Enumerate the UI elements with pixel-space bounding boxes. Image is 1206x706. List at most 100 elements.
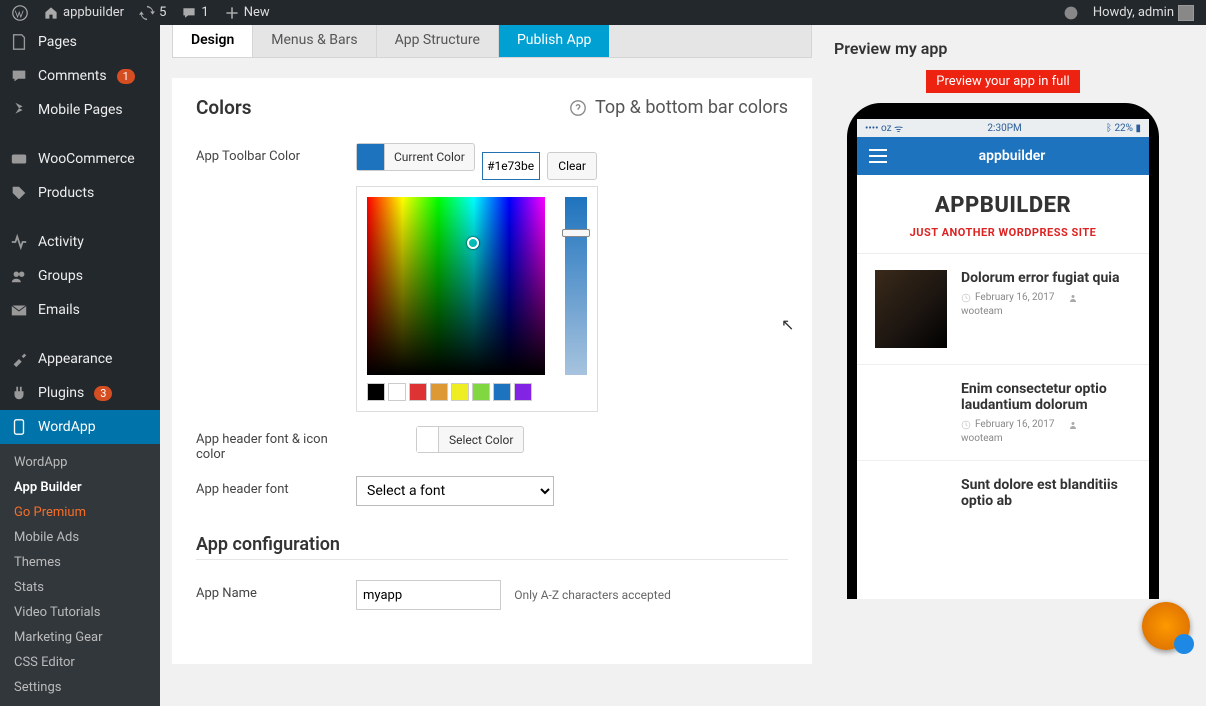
sub-mobile-ads[interactable]: Mobile Ads [0, 525, 160, 550]
clock-icon [961, 420, 971, 430]
phone-frame: •••• oz ᯤ 2:30PM ᛒ 22% ▮ appbuilder APPB… [847, 103, 1159, 599]
colors-heading: Colors [196, 96, 251, 119]
palette-swatch[interactable] [451, 383, 469, 401]
post-date: February 16, 2017 [975, 419, 1055, 430]
fab-badge [1174, 634, 1194, 654]
sidebar-item-woocommerce[interactable]: WooCommerce [0, 142, 160, 176]
palette-row [367, 383, 587, 401]
app-name-label: App Name [196, 580, 356, 610]
phone-status-bar: •••• oz ᯤ 2:30PM ᛒ 22% ▮ [857, 119, 1149, 137]
toolbar-color-label: App Toolbar Color [196, 143, 356, 412]
hue-slider[interactable] [565, 197, 587, 375]
sidebar-item-mobile-pages[interactable]: Mobile Pages [0, 93, 160, 127]
new-content[interactable]: New [220, 5, 274, 21]
list-item[interactable]: Enim consectetur optio laudantium doloru… [857, 364, 1149, 460]
current-color-button[interactable]: Current Color [356, 143, 475, 171]
status-time: 2:30PM [903, 123, 1106, 134]
tab-publish-app[interactable]: Publish App [499, 25, 609, 57]
sub-settings[interactable]: Settings [0, 675, 160, 700]
design-panel: Colors Top & bottom bar colors App Toolb… [172, 78, 812, 664]
app-name-hint: Only A-Z characters accepted [514, 588, 671, 602]
sidebar-item-comments[interactable]: Comments1 [0, 59, 160, 93]
help-icon[interactable] [569, 99, 587, 117]
site-home[interactable]: appbuilder [39, 5, 128, 21]
color-picker [356, 186, 598, 412]
divider [196, 559, 788, 560]
saturation-value-area[interactable] [367, 197, 545, 375]
hero-title: APPBUILDER [867, 193, 1139, 218]
post-thumbnail [875, 270, 947, 348]
tab-design[interactable]: Design [173, 25, 253, 57]
header-font-color-label: App header font & icon color [196, 426, 356, 462]
sub-css-editor[interactable]: CSS Editor [0, 650, 160, 675]
badge: 3 [94, 386, 112, 401]
list-item[interactable]: Sunt dolore est blanditiis optio ab [857, 460, 1149, 531]
palette-swatch[interactable] [472, 383, 490, 401]
sub-wordapp[interactable]: WordApp [0, 450, 160, 475]
picker-handle[interactable] [467, 237, 479, 249]
badge: 1 [117, 69, 135, 84]
cursor-icon: ↖ [781, 315, 794, 334]
tab-app-structure[interactable]: App Structure [377, 25, 499, 57]
post-author: wooteam [961, 433, 1131, 444]
updates[interactable]: 5 [135, 5, 170, 21]
app-builder-tabs: Design Menus & Bars App Structure Publis… [172, 25, 812, 58]
sub-themes[interactable]: Themes [0, 550, 160, 575]
wp-admin-bar: appbuilder 5 1 New Howdy, admin [0, 0, 1206, 25]
site-name: appbuilder [63, 5, 124, 20]
palette-swatch[interactable] [493, 383, 511, 401]
app-header-title: appbuilder [887, 148, 1137, 164]
admin-sidebar: Pages Comments1 Mobile Pages WooCommerce… [0, 25, 160, 668]
hamburger-icon[interactable] [869, 149, 887, 163]
palette-swatch[interactable] [367, 383, 385, 401]
sidebar-item-wordapp[interactable]: WordApp [0, 410, 160, 444]
howdy-user[interactable]: Howdy, admin [1089, 5, 1198, 21]
sidebar-item-products[interactable]: Products [0, 176, 160, 210]
battery-icon: ▮ [1133, 123, 1141, 134]
post-title: Enim consectetur optio laudantium doloru… [961, 381, 1131, 413]
avatar [1178, 5, 1194, 21]
hero: APPBUILDER JUST ANOTHER WORDPRESS SITE [857, 175, 1149, 253]
sub-marketing-gear[interactable]: Marketing Gear [0, 625, 160, 650]
notifications-icon[interactable] [1059, 5, 1083, 21]
preview-heading: Preview my app [834, 39, 1172, 58]
hue-handle[interactable] [562, 229, 590, 237]
comments-bubble[interactable]: 1 [177, 5, 212, 21]
app-config-heading: App configuration [196, 534, 788, 555]
list-item[interactable]: Dolorum error fugiat quia February 16, 2… [857, 253, 1149, 364]
sidebar-item-groups[interactable]: Groups [0, 259, 160, 293]
post-author: wooteam [961, 306, 1120, 317]
status-carrier: •••• oz [865, 123, 892, 134]
sub-go-premium[interactable]: Go Premium [0, 500, 160, 525]
sidebar-item-appearance[interactable]: Appearance [0, 342, 160, 376]
wp-logo[interactable] [8, 5, 32, 21]
palette-swatch[interactable] [409, 383, 427, 401]
palette-swatch[interactable] [388, 383, 406, 401]
clear-button[interactable]: Clear [547, 152, 597, 180]
user-icon [1068, 420, 1078, 430]
hero-tagline: JUST ANOTHER WORDPRESS SITE [867, 226, 1139, 239]
user-icon [1068, 293, 1078, 303]
color-swatch [357, 144, 385, 170]
header-font-select[interactable]: Select a font [356, 476, 554, 506]
hex-input[interactable] [482, 152, 540, 180]
bluetooth-icon: ᛒ [1106, 123, 1114, 134]
status-battery: 22% [1114, 123, 1133, 134]
sidebar-item-plugins[interactable]: Plugins3 [0, 376, 160, 410]
sidebar-item-pages[interactable]: Pages [0, 25, 160, 59]
post-title: Sunt dolore est blanditiis optio ab [961, 477, 1131, 509]
sub-video-tutorials[interactable]: Video Tutorials [0, 600, 160, 625]
sub-app-builder[interactable]: App Builder [0, 475, 160, 500]
clock-icon [961, 293, 971, 303]
select-color-button[interactable]: Select Color [416, 426, 524, 453]
palette-swatch[interactable] [514, 383, 532, 401]
palette-swatch[interactable] [430, 383, 448, 401]
sub-stats[interactable]: Stats [0, 575, 160, 600]
app-name-input[interactable] [356, 580, 501, 610]
post-date: February 16, 2017 [975, 292, 1055, 303]
post-title: Dolorum error fugiat quia [961, 270, 1120, 286]
sidebar-item-emails[interactable]: Emails [0, 293, 160, 327]
tab-menus-bars[interactable]: Menus & Bars [253, 25, 376, 57]
sidebar-item-activity[interactable]: Activity [0, 225, 160, 259]
preview-full-link[interactable]: Preview your app in full [926, 70, 1079, 93]
